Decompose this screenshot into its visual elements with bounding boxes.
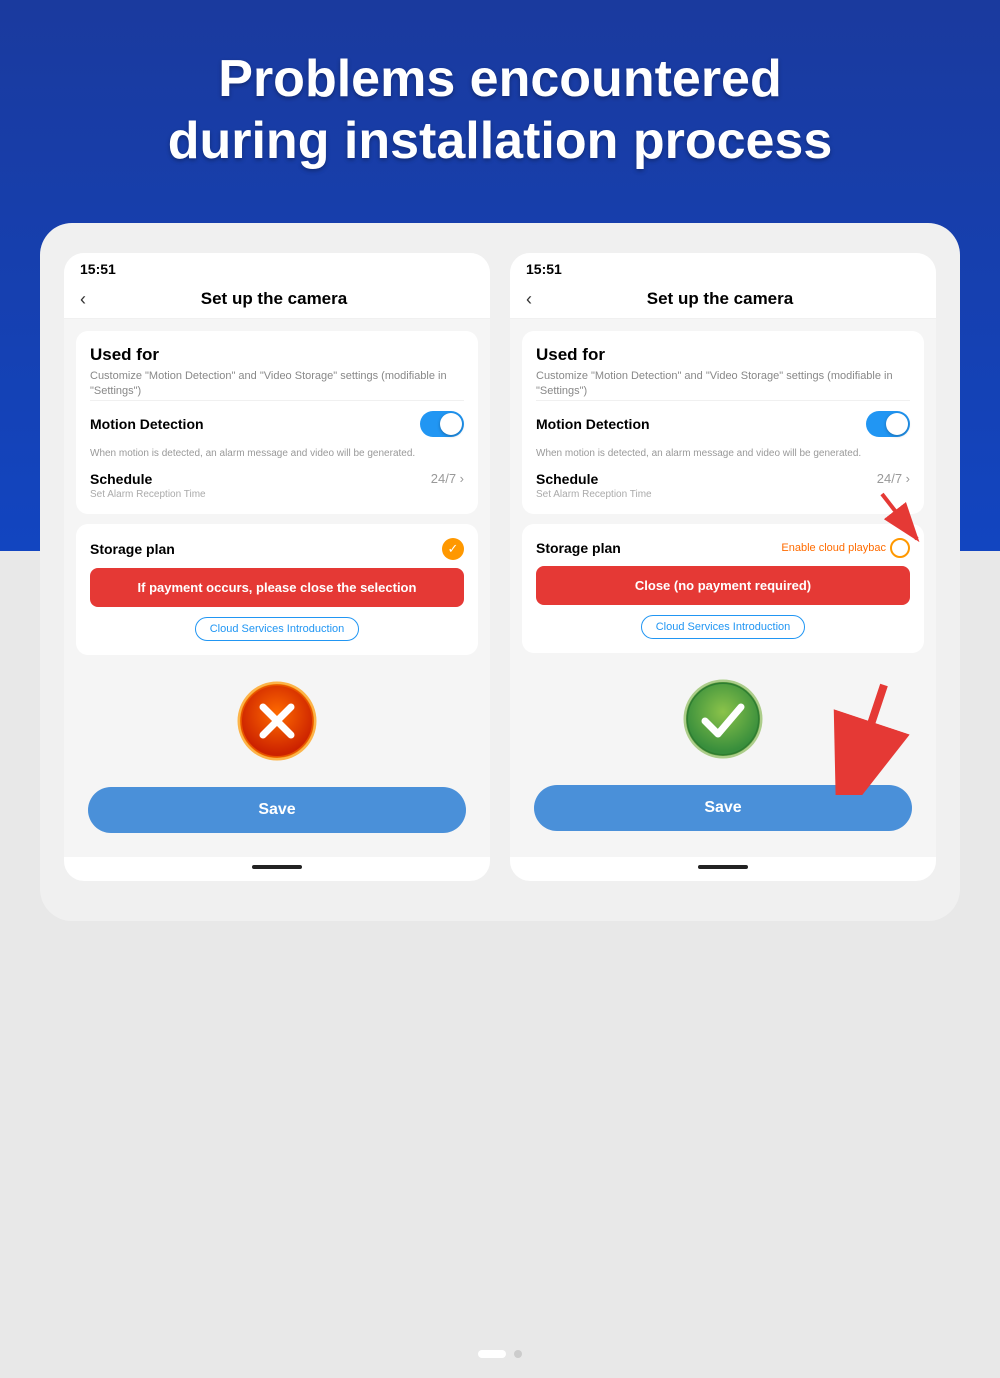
left-phone: 15:51 ‹ Set up the camera Used for Custo… <box>64 253 490 881</box>
right-save-label: Save <box>704 799 741 816</box>
right-status-section <box>522 663 924 775</box>
right-schedule-label: Schedule <box>536 471 598 487</box>
right-schedule-row: Schedule 24/7 › <box>536 471 910 487</box>
left-storage-row: Storage plan ✓ <box>90 538 464 560</box>
left-schedule-row: Schedule 24/7 › <box>90 471 464 487</box>
left-storage-check-icon: ✓ <box>442 538 464 560</box>
left-cloud-intro-btn[interactable]: Cloud Services Introduction <box>195 617 360 641</box>
right-phone-body: Used for Customize "Motion Detection" an… <box>510 319 936 857</box>
left-motion-note: When motion is detected, an alarm messag… <box>90 447 464 461</box>
right-schedule-note: Set Alarm Reception Time <box>536 489 910 500</box>
content-card: 15:51 ‹ Set up the camera Used for Custo… <box>40 223 960 921</box>
left-nav-bar: ‹ Set up the camera <box>64 281 490 319</box>
right-alert-text: Close (no payment required) <box>635 578 811 593</box>
pagination-dot-0[interactable] <box>478 1350 506 1358</box>
page-title: Problems encountered during installation… <box>60 48 940 173</box>
left-used-for-card: Used for Customize "Motion Detection" an… <box>76 331 478 514</box>
right-time: 15:51 <box>526 261 562 277</box>
left-nav-title: Set up the camera <box>94 289 454 309</box>
left-storage-label: Storage plan <box>90 541 175 557</box>
left-used-for-desc: Customize "Motion Detection" and "Video … <box>90 369 464 400</box>
left-motion-detection-row: Motion Detection <box>90 400 464 447</box>
right-status-bar: 15:51 <box>510 253 936 281</box>
left-back-icon[interactable]: ‹ <box>80 289 86 310</box>
right-enable-cloud-row: Enable cloud playbac <box>781 538 910 558</box>
left-schedule-note: Set Alarm Reception Time <box>90 489 464 500</box>
right-used-for-card: Used for Customize "Motion Detection" an… <box>522 331 924 514</box>
right-storage-row: Storage plan Enable cloud playbac <box>536 538 910 558</box>
left-save-label: Save <box>258 801 295 818</box>
right-motion-detection-row: Motion Detection <box>536 400 910 447</box>
left-alert-text: If payment occurs, please close the sele… <box>138 580 417 595</box>
left-phone-body: Used for Customize "Motion Detection" an… <box>64 319 490 857</box>
right-arrow-save-indicator <box>814 675 914 795</box>
left-save-button[interactable]: Save <box>88 787 466 833</box>
right-home-indicator <box>698 865 748 869</box>
right-nav-title: Set up the camera <box>540 289 900 309</box>
right-motion-label: Motion Detection <box>536 416 650 432</box>
left-schedule-value[interactable]: 24/7 › <box>431 471 464 486</box>
pagination-dot-1[interactable] <box>514 1350 522 1358</box>
right-back-icon[interactable]: ‹ <box>526 289 532 310</box>
right-alert-banner: Close (no payment required) <box>536 566 910 605</box>
right-used-for-title: Used for <box>536 345 910 365</box>
left-status-section <box>76 665 478 777</box>
right-cloud-intro-btn[interactable]: Cloud Services Introduction <box>641 615 806 639</box>
left-x-icon <box>237 681 317 761</box>
left-home-indicator <box>252 865 302 869</box>
left-storage-card: Storage plan ✓ If payment occurs, please… <box>76 524 478 655</box>
right-storage-label: Storage plan <box>536 540 621 556</box>
right-nav-bar: ‹ Set up the camera <box>510 281 936 319</box>
right-save-button[interactable]: Save <box>534 785 912 831</box>
left-used-for-title: Used for <box>90 345 464 365</box>
right-schedule-section: Schedule 24/7 › Set Alarm Reception Time <box>536 471 910 500</box>
right-checkmark-icon <box>683 679 763 759</box>
left-schedule-label: Schedule <box>90 471 152 487</box>
left-time: 15:51 <box>80 261 116 277</box>
right-schedule-value[interactable]: 24/7 › <box>877 471 910 486</box>
right-enable-cloud-text: Enable cloud playbac <box>781 542 886 554</box>
right-used-for-desc: Customize "Motion Detection" and "Video … <box>536 369 910 400</box>
right-radio-button[interactable] <box>890 538 910 558</box>
left-motion-label: Motion Detection <box>90 416 204 432</box>
right-motion-toggle[interactable] <box>866 411 910 437</box>
left-status-bar: 15:51 <box>64 253 490 281</box>
left-schedule-section: Schedule 24/7 › Set Alarm Reception Time <box>90 471 464 500</box>
left-alert-banner: If payment occurs, please close the sele… <box>90 568 464 607</box>
right-storage-card: Storage plan Enable cloud playbac <box>522 524 924 653</box>
right-phone: 15:51 ‹ Set up the camera Used for Custo… <box>510 253 936 881</box>
pagination-dots <box>478 1350 522 1358</box>
left-motion-toggle[interactable] <box>420 411 464 437</box>
header-section: Problems encountered during installation… <box>0 0 1000 203</box>
right-motion-note: When motion is detected, an alarm messag… <box>536 447 910 461</box>
